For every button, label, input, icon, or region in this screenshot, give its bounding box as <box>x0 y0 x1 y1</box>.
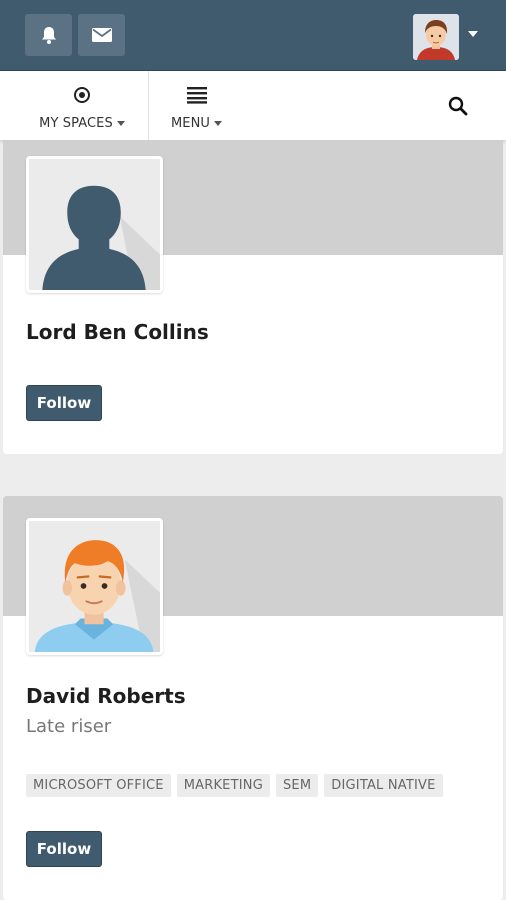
person-avatar-image <box>29 521 160 652</box>
person-tagline: Late riser <box>26 716 112 737</box>
skill-tag[interactable]: SEM <box>275 774 319 797</box>
skill-tag[interactable]: DIGITAL NATIVE <box>324 774 443 797</box>
user-avatar[interactable] <box>413 14 459 60</box>
target-icon <box>74 87 90 103</box>
hamburger-icon <box>186 87 207 104</box>
skill-tag[interactable]: MARKETING <box>176 774 270 797</box>
chevron-down-icon <box>116 121 125 126</box>
nav-bar: MY SPACES MENU <box>0 70 506 141</box>
skill-tag[interactable]: MICROSOFT OFFICE <box>26 774 171 797</box>
chevron-down-icon <box>214 121 223 126</box>
search-icon <box>448 96 468 116</box>
skill-tags: MICROSOFT OFFICE MARKETING SEM DIGITAL N… <box>26 774 443 797</box>
menu-label: MENU <box>170 116 211 131</box>
bell-icon <box>41 27 56 44</box>
messages-button[interactable] <box>78 14 125 56</box>
my-spaces-label: MY SPACES <box>39 116 113 131</box>
follow-button[interactable]: Follow <box>26 385 102 421</box>
top-bar <box>0 0 506 70</box>
notifications-button[interactable] <box>25 14 72 56</box>
profile-card: Lord Ben Collins Follow <box>3 140 503 454</box>
person-name[interactable]: David Roberts <box>26 684 186 708</box>
person-name[interactable]: Lord Ben Collins <box>26 320 209 344</box>
menu-dropdown[interactable]: MENU <box>148 71 244 141</box>
default-avatar-icon <box>29 159 160 290</box>
profile-picture[interactable] <box>26 156 163 293</box>
envelope-icon <box>91 28 112 42</box>
my-spaces-dropdown[interactable]: MY SPACES <box>24 71 140 141</box>
search-button[interactable] <box>447 95 469 117</box>
user-menu-caret[interactable] <box>468 31 478 37</box>
profile-card: David Roberts Late riser MICROSOFT OFFIC… <box>3 496 503 900</box>
profile-picture[interactable] <box>26 518 163 655</box>
follow-button[interactable]: Follow <box>26 831 102 867</box>
user-avatar-image <box>413 14 459 60</box>
